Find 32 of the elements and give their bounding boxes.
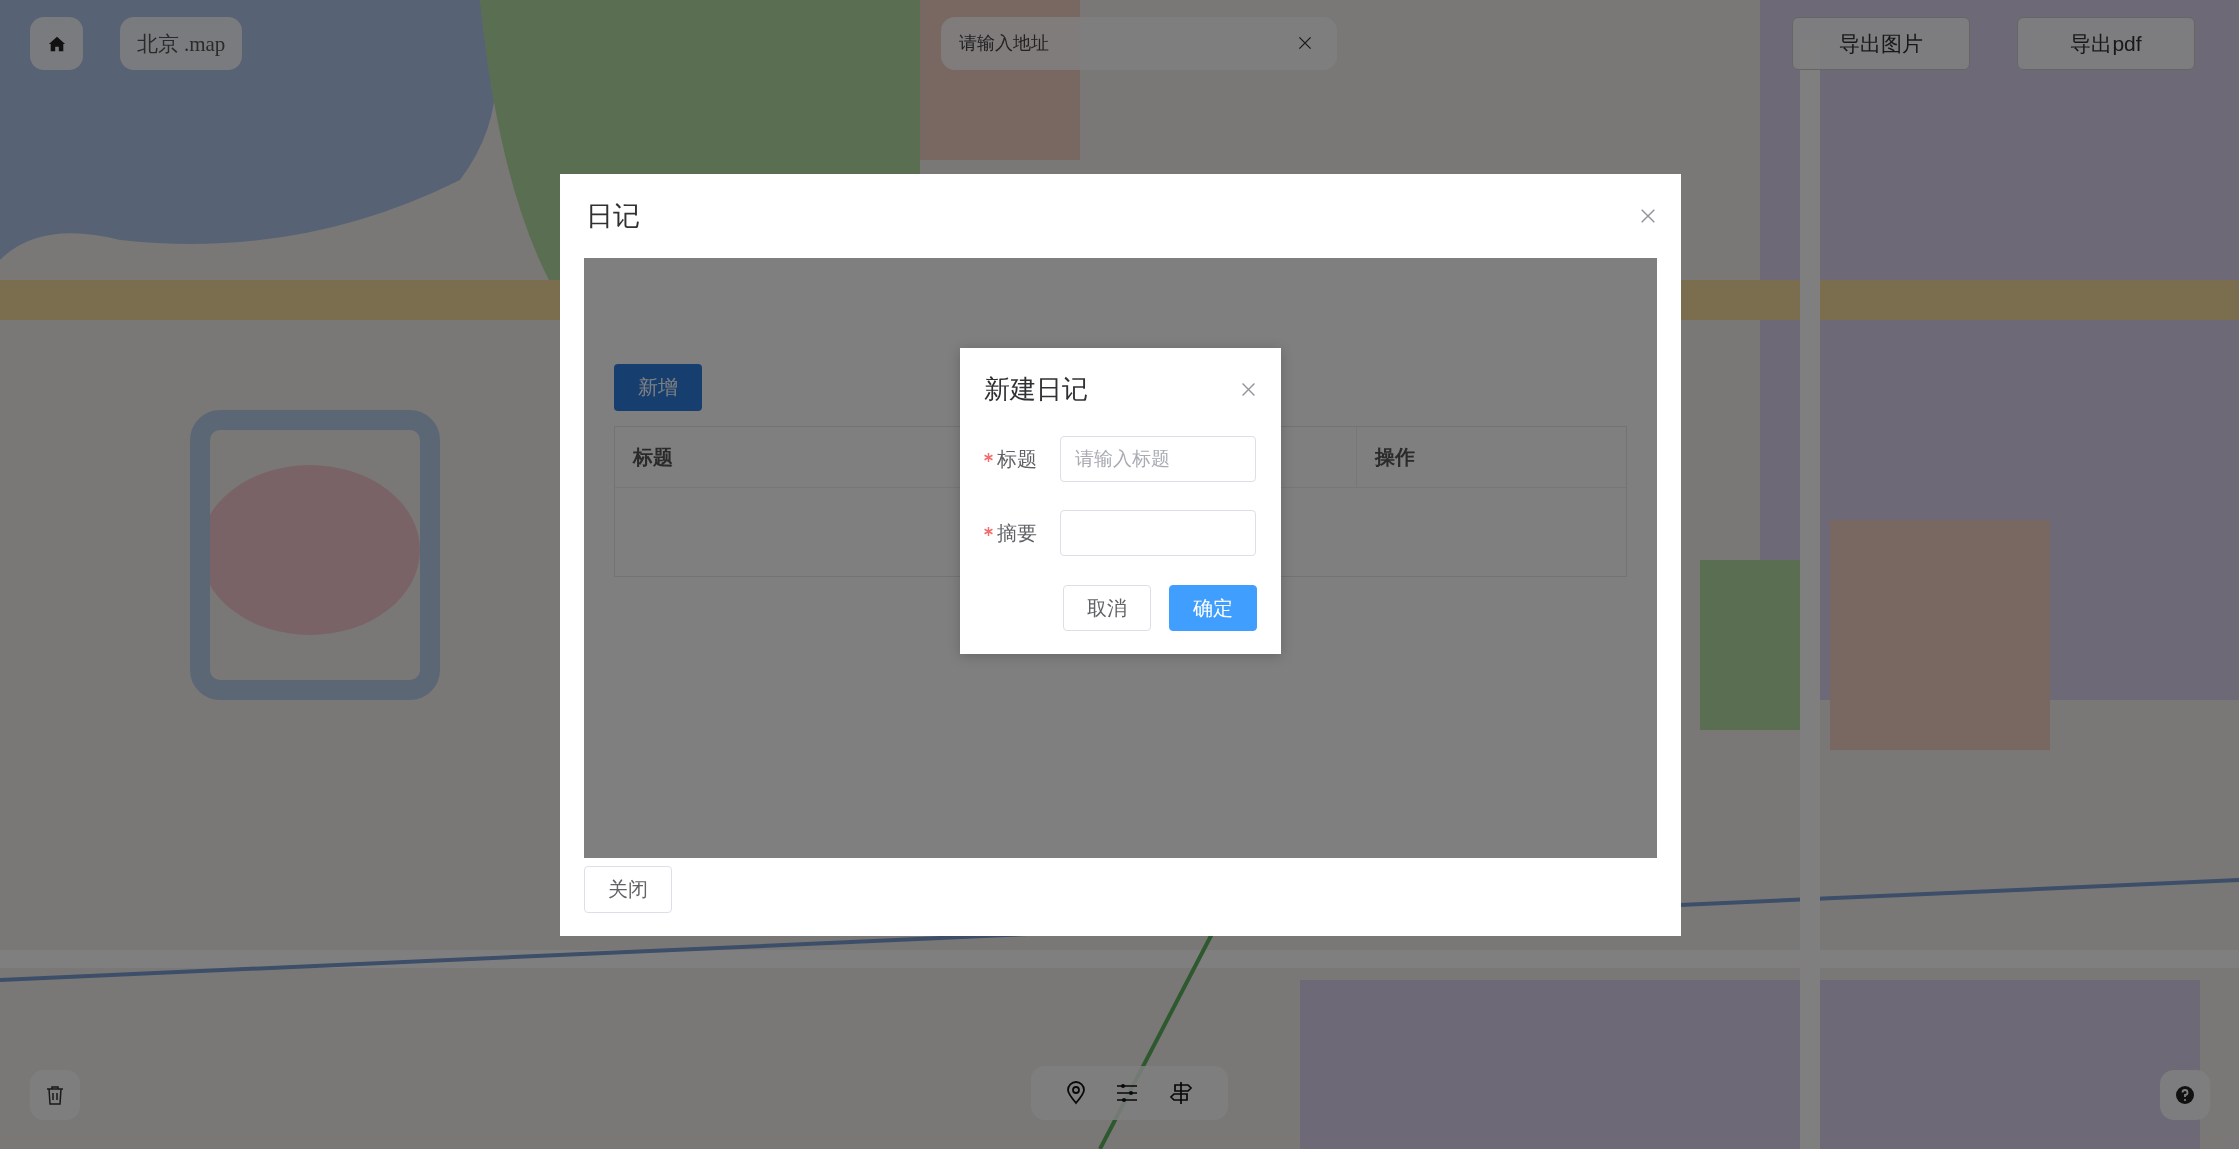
- location-button[interactable]: [1066, 1081, 1087, 1105]
- field-label: 摘要: [997, 520, 1037, 546]
- home-button[interactable]: [30, 17, 83, 70]
- help-button[interactable]: [2160, 1070, 2210, 1120]
- clear-button[interactable]: [1297, 35, 1313, 51]
- cancel-button[interactable]: 取消: [1063, 585, 1151, 631]
- address-search-field[interactable]: 请输入地址: [941, 17, 1337, 70]
- close-icon: [1639, 207, 1657, 225]
- trash-icon: [46, 1085, 64, 1105]
- signpost-icon: [1168, 1081, 1193, 1105]
- export-button[interactable]: 导出pdf: [2017, 17, 2195, 70]
- home-icon: [47, 34, 66, 53]
- sliders-icon: [1116, 1083, 1139, 1103]
- dialog-title: 日记: [586, 200, 640, 233]
- close-button[interactable]: [1639, 207, 1657, 225]
- add-button[interactable]: 新增: [614, 364, 702, 411]
- close-icon: [1297, 35, 1313, 51]
- location-pin-icon: [1066, 1081, 1087, 1105]
- input-field[interactable]: [1060, 510, 1256, 556]
- column-header: 操作: [1356, 427, 1626, 487]
- delete-button[interactable]: [30, 1070, 80, 1120]
- export-button[interactable]: 导出图片: [1792, 17, 1970, 70]
- route-button[interactable]: [1168, 1081, 1193, 1105]
- column-header: 标题: [633, 444, 673, 470]
- filter-button[interactable]: [1116, 1083, 1139, 1103]
- dialog-title: 新建日记: [984, 372, 1088, 406]
- close-button[interactable]: 关闭: [584, 866, 672, 913]
- field-label: 标题: [997, 446, 1037, 472]
- confirm-button[interactable]: 确定: [1169, 585, 1257, 631]
- help-icon: [2175, 1085, 2195, 1105]
- city-label: 北京 .map: [120, 17, 242, 70]
- input-field[interactable]: 请输入标题: [1060, 436, 1256, 482]
